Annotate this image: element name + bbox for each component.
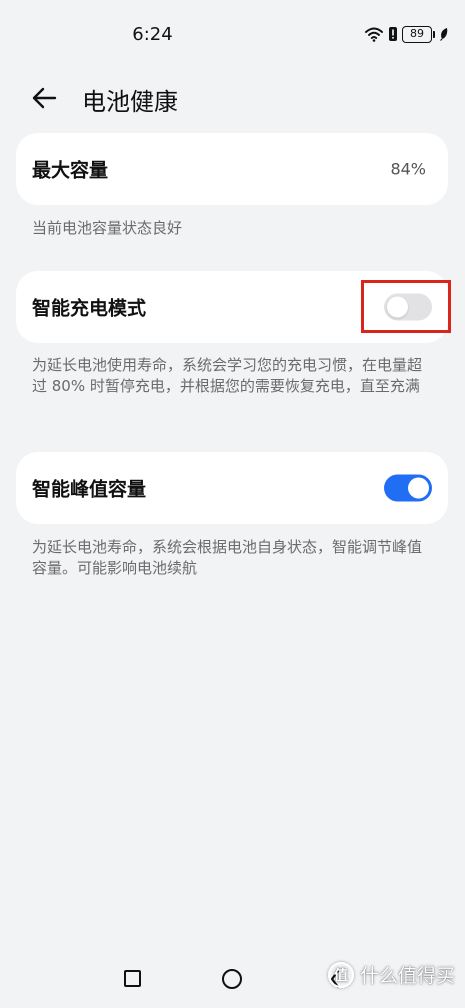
battery-icon: 89 — [402, 25, 435, 43]
smart-peak-capacity-card[interactable]: 智能峰值容量 — [16, 452, 448, 524]
max-capacity-card: 最大容量 84% — [16, 133, 448, 205]
back-button[interactable] — [24, 78, 64, 118]
nav-home-icon[interactable] — [222, 969, 242, 989]
smart-charging-description: 为延长电池使用寿命，系统会学习您的充电习惯，在电量超过 80% 时暂停充电，并根… — [32, 356, 423, 395]
back-arrow-icon — [32, 87, 57, 109]
leaf-icon — [440, 28, 448, 41]
max-capacity-label: 最大容量 — [32, 159, 109, 182]
status-bar: 6:24 89 — [0, 0, 465, 70]
header: 电池健康 — [0, 70, 465, 126]
watermark-text: 什么值得买 — [359, 965, 455, 987]
highlight-annotation-box — [361, 280, 451, 333]
watermark: 值 什么值得买 — [327, 961, 455, 988]
alert-icon — [389, 27, 397, 41]
toggle-knob — [408, 477, 429, 499]
smart-charging-label: 智能充电模式 — [32, 297, 147, 320]
smart-peak-capacity-label: 智能峰值容量 — [32, 478, 147, 501]
smart-peak-capacity-toggle[interactable] — [384, 474, 432, 502]
page-title: 电池健康 — [82, 88, 178, 116]
wifi-icon — [365, 27, 383, 42]
battery-level: 89 — [402, 25, 432, 43]
status-icons: 89 — [364, 25, 449, 43]
nav-recent-icon[interactable] — [124, 970, 141, 987]
watermark-logo: 值 — [327, 961, 354, 988]
max-capacity-description: 当前电池容量状态良好 — [32, 219, 183, 237]
max-capacity-value: 84% — [390, 159, 426, 179]
status-time: 6:24 — [132, 24, 173, 45]
smart-peak-capacity-description: 为延长电池寿命，系统会根据电池自身状态，智能调节峰值容量。可能影响电池续航 — [32, 538, 423, 577]
